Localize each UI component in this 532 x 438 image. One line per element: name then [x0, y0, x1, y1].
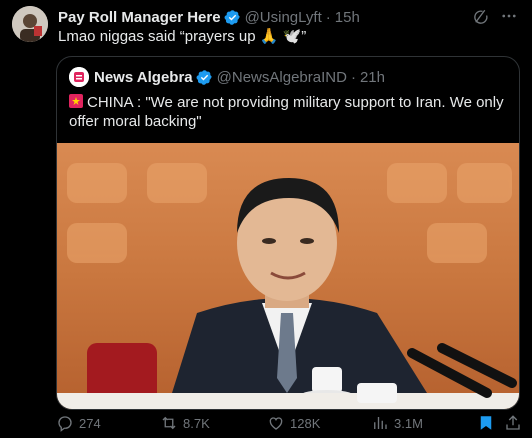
repost-button[interactable]: 8.7K	[160, 414, 210, 432]
quoted-tweet-text: CHINA : "We are not providing military s…	[69, 93, 507, 131]
views-chart-icon	[374, 417, 387, 429]
quoted-timestamp: 21h	[359, 68, 385, 86]
repost-count: 8.7K	[183, 415, 210, 431]
views-button[interactable]: 3.1M	[371, 414, 423, 432]
tweet-text: Lmao niggas said “prayers up 🙏 🕊️”	[58, 28, 307, 45]
more-options-icon[interactable]	[500, 7, 518, 25]
quoted-tweet-header: News Algebra @NewsAlgebraIND · 21h	[69, 67, 385, 87]
quoted-author-avatar	[69, 67, 89, 87]
quoted-media-photo[interactable]	[57, 143, 519, 409]
bookmark-icon[interactable]	[477, 414, 495, 432]
like-button[interactable]: 128K	[267, 414, 320, 432]
quoted-author-name: News Algebra	[94, 68, 193, 86]
quoted-tweet[interactable]: News Algebra @NewsAlgebraIND · 21h CHINA…	[56, 56, 520, 410]
grok-icon[interactable]	[472, 8, 490, 26]
reply-button[interactable]: 274	[56, 414, 101, 432]
author-name[interactable]: Pay Roll Manager Here	[58, 9, 221, 26]
separator-dot: ·	[325, 8, 331, 26]
tweet-timestamp[interactable]: 15h	[335, 9, 360, 26]
heart-icon	[269, 417, 283, 430]
reply-icon	[58, 416, 72, 432]
tweet-header: Pay Roll Manager Here @UsingLyft · 15h	[58, 7, 518, 27]
tweet-action-bar: 274 8.7K 128K 3.1M	[56, 414, 522, 434]
quoted-author-handle: @NewsAlgebraIND	[216, 68, 347, 86]
author-avatar[interactable]	[12, 6, 48, 42]
author-handle[interactable]: @UsingLyft	[245, 9, 322, 26]
views-count: 3.1M	[394, 415, 423, 431]
repost-icon	[162, 416, 176, 430]
quoted-text-content: CHINA : "We are not providing military s…	[69, 94, 504, 130]
separator-dot: ·	[350, 68, 356, 86]
like-count: 128K	[290, 415, 321, 431]
siren-icon	[69, 94, 83, 108]
verified-badge-icon	[224, 9, 241, 26]
reply-count: 274	[79, 415, 101, 431]
verified-badge-icon	[196, 69, 213, 86]
share-icon[interactable]	[504, 414, 522, 432]
